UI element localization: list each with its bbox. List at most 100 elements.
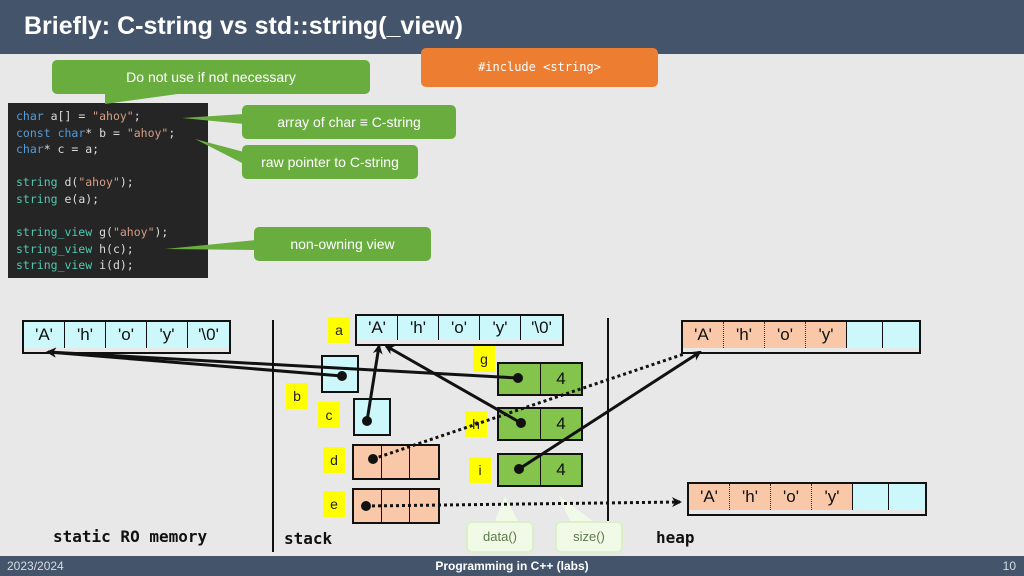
string-d	[352, 444, 440, 480]
code-token: d(	[57, 175, 79, 190]
heap-d-cell	[847, 322, 883, 348]
code-token: char	[57, 125, 86, 140]
separator-static-stack	[272, 320, 274, 552]
code-line: const char* b = "ahoy";	[16, 125, 208, 142]
tooltip-data: data()	[466, 521, 534, 553]
tooltip-size-text: size()	[573, 529, 605, 544]
string-view-h-size: 4	[541, 409, 581, 439]
code-token: e(a);	[57, 191, 100, 206]
region-label-stack: stack	[284, 529, 333, 548]
label-a: a	[328, 317, 350, 343]
heap-d-cell: 'y'	[806, 322, 847, 348]
code-line: string_view i(d);	[16, 257, 208, 274]
callout-non-owning-view-text: non-owning view	[290, 236, 395, 252]
code-token: * b =	[85, 125, 127, 140]
heap-d-cell: 'h'	[724, 322, 765, 348]
string-e-size	[382, 490, 410, 522]
code-line: string d("ahoy");	[16, 174, 208, 191]
heap-e-cell: 'h'	[730, 484, 771, 510]
arrow-g-to-static	[46, 347, 519, 380]
code-token: );	[119, 175, 134, 190]
static-ro-cell: '\0'	[188, 322, 229, 348]
string-view-g-size: 4	[541, 364, 581, 394]
label-c: c	[318, 402, 340, 428]
region-label-heap: heap	[656, 528, 695, 547]
code-line: string_view g("ahoy");	[16, 224, 208, 241]
code-token: string	[16, 191, 58, 206]
code-token: i(d);	[92, 258, 134, 273]
stack-a-cell: 'o'	[439, 316, 480, 340]
string-d-cap	[410, 446, 438, 478]
callout-tail-data	[495, 496, 518, 521]
callout-raw-pointer: raw pointer to C-string	[242, 145, 418, 179]
callout-tail-size	[559, 496, 593, 521]
string-view-g-data	[499, 364, 541, 394]
string-e-ptr	[354, 490, 382, 522]
separator-stack-heap	[607, 318, 609, 524]
code-token: "ahoy"	[126, 125, 169, 140]
string-view-h: 4	[497, 407, 583, 441]
code-token: ;	[168, 125, 176, 140]
callout-not-necessary-text: Do not use if not necessary	[126, 69, 296, 85]
footer-course: Programming in C++ (labs)	[435, 559, 589, 573]
code-token: ;	[133, 109, 141, 123]
string-view-i-size: 4	[541, 455, 581, 485]
include-string-callout: #include <string>	[421, 48, 658, 87]
heap-e-cell: 'y'	[812, 484, 853, 510]
string-e-cap	[410, 490, 438, 522]
label-g: g	[473, 346, 495, 372]
pointer-c	[353, 398, 391, 436]
code-line: char* c = a;	[16, 141, 208, 158]
label-h: h	[465, 411, 487, 437]
code-token: * c = a;	[43, 142, 100, 157]
label-b: b	[286, 383, 308, 409]
page-number: 10	[1002, 559, 1016, 573]
stack-a-cell: 'y'	[480, 316, 521, 340]
string-view-i: 4	[497, 453, 583, 487]
code-token: const	[16, 125, 51, 140]
code-token: string	[16, 175, 58, 190]
callout-array-of-char: array of char ≡ C-string	[242, 105, 456, 139]
tooltip-size: size()	[555, 521, 623, 553]
string-d-ptr	[354, 446, 382, 478]
label-d: d	[323, 447, 345, 473]
callout-non-owning-view: non-owning view	[254, 227, 431, 261]
heap-d-cell	[883, 322, 919, 348]
code-token: "ahoy"	[112, 225, 155, 240]
string-view-i-data	[499, 455, 541, 485]
code-line: string_view h(c);	[16, 241, 208, 258]
code-block: char a[] = "ahoy"; const char* b = "ahoy"…	[8, 103, 208, 278]
stack-a-cell: 'h'	[398, 316, 439, 340]
string-d-size	[382, 446, 410, 478]
stack-a-cell: '\0'	[521, 316, 562, 340]
arrow-b-to-static	[46, 347, 343, 378]
stack-array-a: 'A''h''o''y' '\0'	[355, 314, 564, 346]
code-line: string e(a);	[16, 191, 208, 208]
string-view-g: 4	[497, 362, 583, 396]
string-e	[352, 488, 440, 524]
slide-header: Briefly: C-string vs std::string(_view)	[0, 0, 1024, 54]
stack-a-cell: 'A'	[357, 316, 398, 340]
heap-e-cell: 'o'	[771, 484, 812, 510]
heap-d-cell: 'o'	[765, 322, 806, 348]
code-token: "ahoy"	[78, 175, 120, 190]
string-view-h-data	[499, 409, 541, 439]
code-token: char	[16, 142, 44, 157]
region-label-static: static RO memory	[53, 527, 208, 546]
callout-array-of-char-text: array of char ≡ C-string	[277, 114, 421, 130]
code-token: string_view	[16, 258, 93, 273]
code-token: );	[154, 225, 169, 240]
heap-e-cell: 'A'	[689, 484, 730, 510]
slide-title: Briefly: C-string vs std::string(_view)	[24, 12, 463, 40]
tooltip-data-text: data()	[483, 529, 517, 544]
label-i: i	[469, 457, 491, 483]
heap-e-cell	[889, 484, 925, 510]
static-ro-cell: 'y'	[147, 322, 188, 348]
label-e: e	[323, 491, 345, 517]
code-token: char	[16, 109, 44, 123]
code-token: a[] =	[43, 109, 93, 123]
static-ro-cell: 'o'	[106, 322, 147, 348]
slide-footer: 2023/2024 Programming in C++ (labs) 10	[0, 556, 1024, 576]
